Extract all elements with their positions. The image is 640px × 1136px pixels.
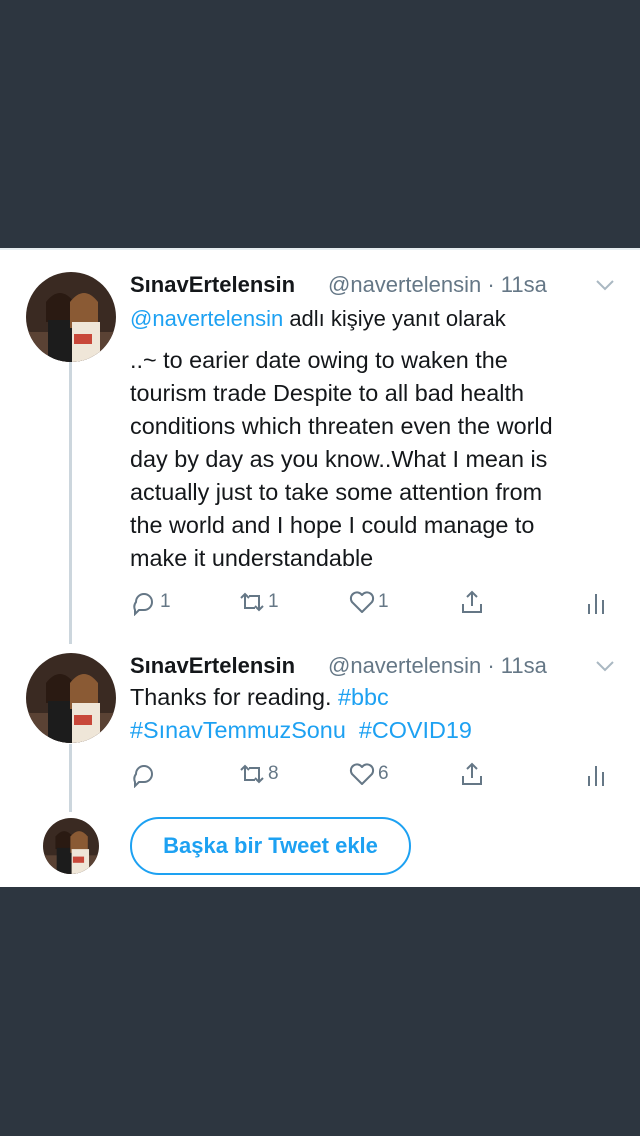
retweet-icon (240, 764, 264, 784)
retweet-button[interactable]: 1 (238, 586, 279, 618)
tweet-line: conditions which threaten even the world (130, 413, 553, 439)
avatar[interactable] (26, 653, 116, 743)
tweet-line: day by day as you know..What I mean is (130, 446, 548, 472)
reply-button[interactable]: 1 (130, 586, 171, 618)
add-tweet-button[interactable]: Başka bir Tweet ekle (130, 817, 411, 875)
tweet-line: actually just to take some attention fro… (130, 479, 543, 505)
tweet-line: the world and I hope I could manage to (130, 512, 535, 538)
display-name[interactable]: SınavErtelensin (130, 653, 295, 679)
tweet-handle-time: @navertelensin · 11sa (328, 272, 547, 298)
tweet-text: Thanks for reading. #bbc #SınavTemmuzSon… (130, 681, 630, 747)
timestamp[interactable]: · 11sa (487, 653, 547, 678)
retweet-icon (240, 592, 264, 612)
top-dark-band (0, 0, 640, 248)
replying-to: @navertelensin adlı kişiye yanıt olarak (130, 306, 506, 332)
retweet-count: 8 (268, 763, 279, 784)
analytics-button[interactable] (582, 758, 610, 790)
like-button[interactable]: 1 (348, 586, 389, 618)
avatar[interactable] (26, 272, 116, 362)
tweet-line: #SınavTemmuzSonu #COVID19 (130, 714, 630, 747)
reply-icon (133, 765, 153, 788)
tweet-actions: 8 6 (130, 758, 610, 790)
like-icon (349, 591, 375, 613)
bottom-dark-band (0, 887, 640, 1136)
share-button[interactable] (458, 758, 486, 790)
tweet-handle-time: @navertelensin · 11sa (328, 653, 547, 679)
hashtag-link[interactable]: #bbc (338, 684, 389, 710)
reply-count: 1 (160, 591, 171, 612)
analytics-icon (588, 766, 604, 786)
handle[interactable]: @navertelensin (328, 272, 481, 297)
hashtag-link[interactable]: #SınavTemmuzSonu (130, 717, 346, 743)
reply-button[interactable] (130, 758, 160, 790)
thread-line (69, 362, 72, 644)
chevron-down-icon[interactable] (594, 274, 616, 296)
replying-to-link[interactable]: @navertelensin (130, 306, 283, 331)
reply-icon (133, 593, 153, 616)
like-count: 6 (378, 763, 389, 784)
tweet-text-plain: Thanks for reading. (130, 684, 339, 710)
tweet-line: tourism trade Despite to all bad health (130, 380, 524, 406)
avatar[interactable] (43, 818, 99, 874)
display-name[interactable]: SınavErtelensin (130, 272, 295, 298)
retweet-button[interactable]: 8 (238, 758, 279, 790)
share-button[interactable] (458, 586, 486, 618)
like-count: 1 (378, 591, 389, 612)
like-icon (349, 763, 375, 785)
like-button[interactable]: 6 (348, 758, 389, 790)
share-icon (462, 590, 482, 613)
replying-to-text: adlı kişiye yanıt olarak (283, 306, 506, 331)
tweet-line: Thanks for reading. #bbc (130, 681, 630, 714)
thread-line (69, 744, 72, 812)
chevron-down-icon[interactable] (594, 655, 616, 677)
tweet-line: ..~ to earier date owing to waken the (130, 347, 508, 373)
tweet-line: make it understandable (130, 545, 374, 571)
hashtag-link[interactable]: #COVID19 (359, 717, 472, 743)
analytics-button[interactable] (582, 586, 610, 618)
tweet-text: ..~ to earier date owing to waken the to… (130, 344, 630, 575)
handle[interactable]: @navertelensin (328, 653, 481, 678)
tweet-actions: 1 1 1 (130, 586, 610, 618)
share-icon (462, 762, 482, 785)
timestamp[interactable]: · 11sa (487, 272, 547, 297)
analytics-icon (588, 594, 604, 614)
retweet-count: 1 (268, 591, 279, 612)
